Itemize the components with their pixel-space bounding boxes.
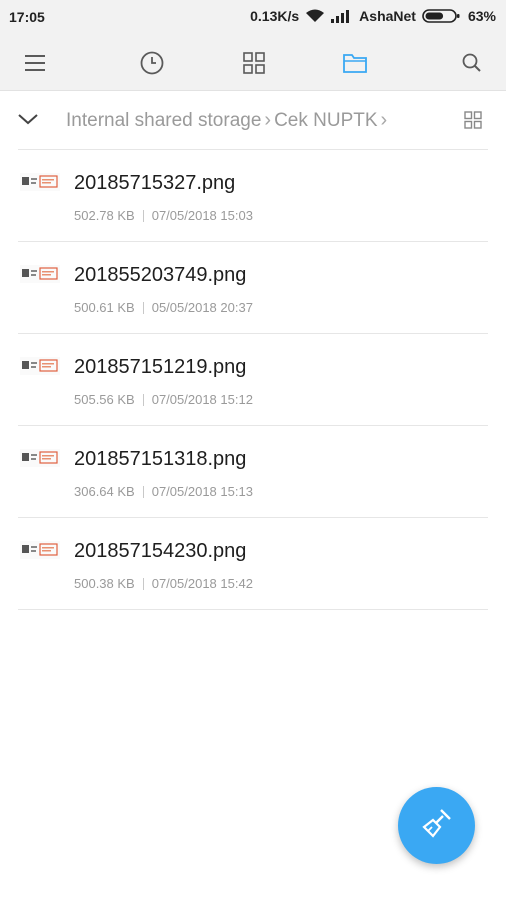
battery-percent: 63% xyxy=(467,8,496,24)
chevron-right-icon: › xyxy=(264,109,272,131)
clean-fab-button[interactable] xyxy=(398,787,475,864)
image-thumbnail xyxy=(20,173,60,191)
list-item[interactable]: 201857151318.png 306.64 KB 07/05/2018 15… xyxy=(18,426,488,518)
file-size: 502.78 KB xyxy=(74,208,135,223)
menu-icon[interactable] xyxy=(21,49,49,77)
file-list: 20185715327.png 502.78 KB 07/05/2018 15:… xyxy=(0,150,506,610)
recent-clock-icon[interactable] xyxy=(138,49,166,77)
clean-brush-icon xyxy=(419,805,455,846)
file-name: 201857151318.png xyxy=(74,448,247,470)
file-meta: 500.61 KB 05/05/2018 20:37 xyxy=(74,300,253,315)
file-name: 20185715327.png xyxy=(74,172,236,194)
image-thumbnail xyxy=(20,541,60,559)
battery-icon xyxy=(422,8,462,24)
meta-divider xyxy=(142,393,144,406)
status-time: 17:05 xyxy=(9,9,45,25)
file-name: 201857154230.png xyxy=(74,540,247,562)
file-date: 05/05/2018 20:37 xyxy=(151,300,253,315)
file-meta: 500.38 KB 07/05/2018 15:42 xyxy=(74,576,253,591)
file-meta: 306.64 KB 07/05/2018 15:13 xyxy=(74,484,253,499)
search-icon[interactable] xyxy=(458,49,486,77)
breadcrumb-current-folder[interactable]: Cek NUPTK xyxy=(274,110,377,132)
folder-icon[interactable] xyxy=(341,49,369,77)
meta-divider xyxy=(142,301,144,314)
file-size: 505.56 KB xyxy=(74,392,135,407)
carrier-name: AshaNet xyxy=(359,8,416,24)
network-speed: 0.13K/s xyxy=(250,8,300,24)
file-date: 07/05/2018 15:12 xyxy=(151,392,253,407)
list-item[interactable]: 201857154230.png 500.38 KB 07/05/2018 15… xyxy=(18,518,488,610)
image-thumbnail xyxy=(20,357,60,375)
file-size: 500.61 KB xyxy=(74,300,135,315)
list-item[interactable]: 201857151219.png 505.56 KB 07/05/2018 15… xyxy=(18,334,488,426)
status-right: 0.13K/s AshaNet 63% xyxy=(250,8,496,24)
meta-divider xyxy=(142,577,144,590)
file-date: 07/05/2018 15:03 xyxy=(151,208,253,223)
wifi-icon xyxy=(305,8,325,24)
top-toolbar xyxy=(0,36,506,91)
status-bar: 17:05 0.13K/s AshaNet 63% xyxy=(0,0,506,36)
file-meta: 502.78 KB 07/05/2018 15:03 xyxy=(74,208,253,223)
file-meta: 505.56 KB 07/05/2018 15:12 xyxy=(74,392,253,407)
file-date: 07/05/2018 15:42 xyxy=(151,576,253,591)
grid-view-icon[interactable] xyxy=(464,111,482,134)
list-item[interactable]: 201855203749.png 500.61 KB 05/05/2018 20… xyxy=(18,242,488,334)
meta-divider xyxy=(142,485,144,498)
categories-grid-icon[interactable] xyxy=(240,49,268,77)
file-name: 201855203749.png xyxy=(74,264,247,286)
chevron-right-icon: › xyxy=(380,109,388,131)
chevron-down-icon[interactable] xyxy=(17,111,39,132)
breadcrumb-bar: Internal shared storage › Cek NUPTK › xyxy=(0,91,506,149)
file-name: 201857151219.png xyxy=(74,356,247,378)
image-thumbnail xyxy=(20,449,60,467)
list-item[interactable]: 20185715327.png 502.78 KB 07/05/2018 15:… xyxy=(18,150,488,242)
breadcrumb: Internal shared storage › Cek NUPTK › xyxy=(66,109,390,132)
file-date: 07/05/2018 15:13 xyxy=(151,484,253,499)
breadcrumb-internal-storage[interactable]: Internal shared storage xyxy=(66,110,261,132)
meta-divider xyxy=(142,209,144,222)
file-size: 306.64 KB xyxy=(74,484,135,499)
signal-icon xyxy=(331,9,353,23)
image-thumbnail xyxy=(20,265,60,283)
file-size: 500.38 KB xyxy=(74,576,135,591)
